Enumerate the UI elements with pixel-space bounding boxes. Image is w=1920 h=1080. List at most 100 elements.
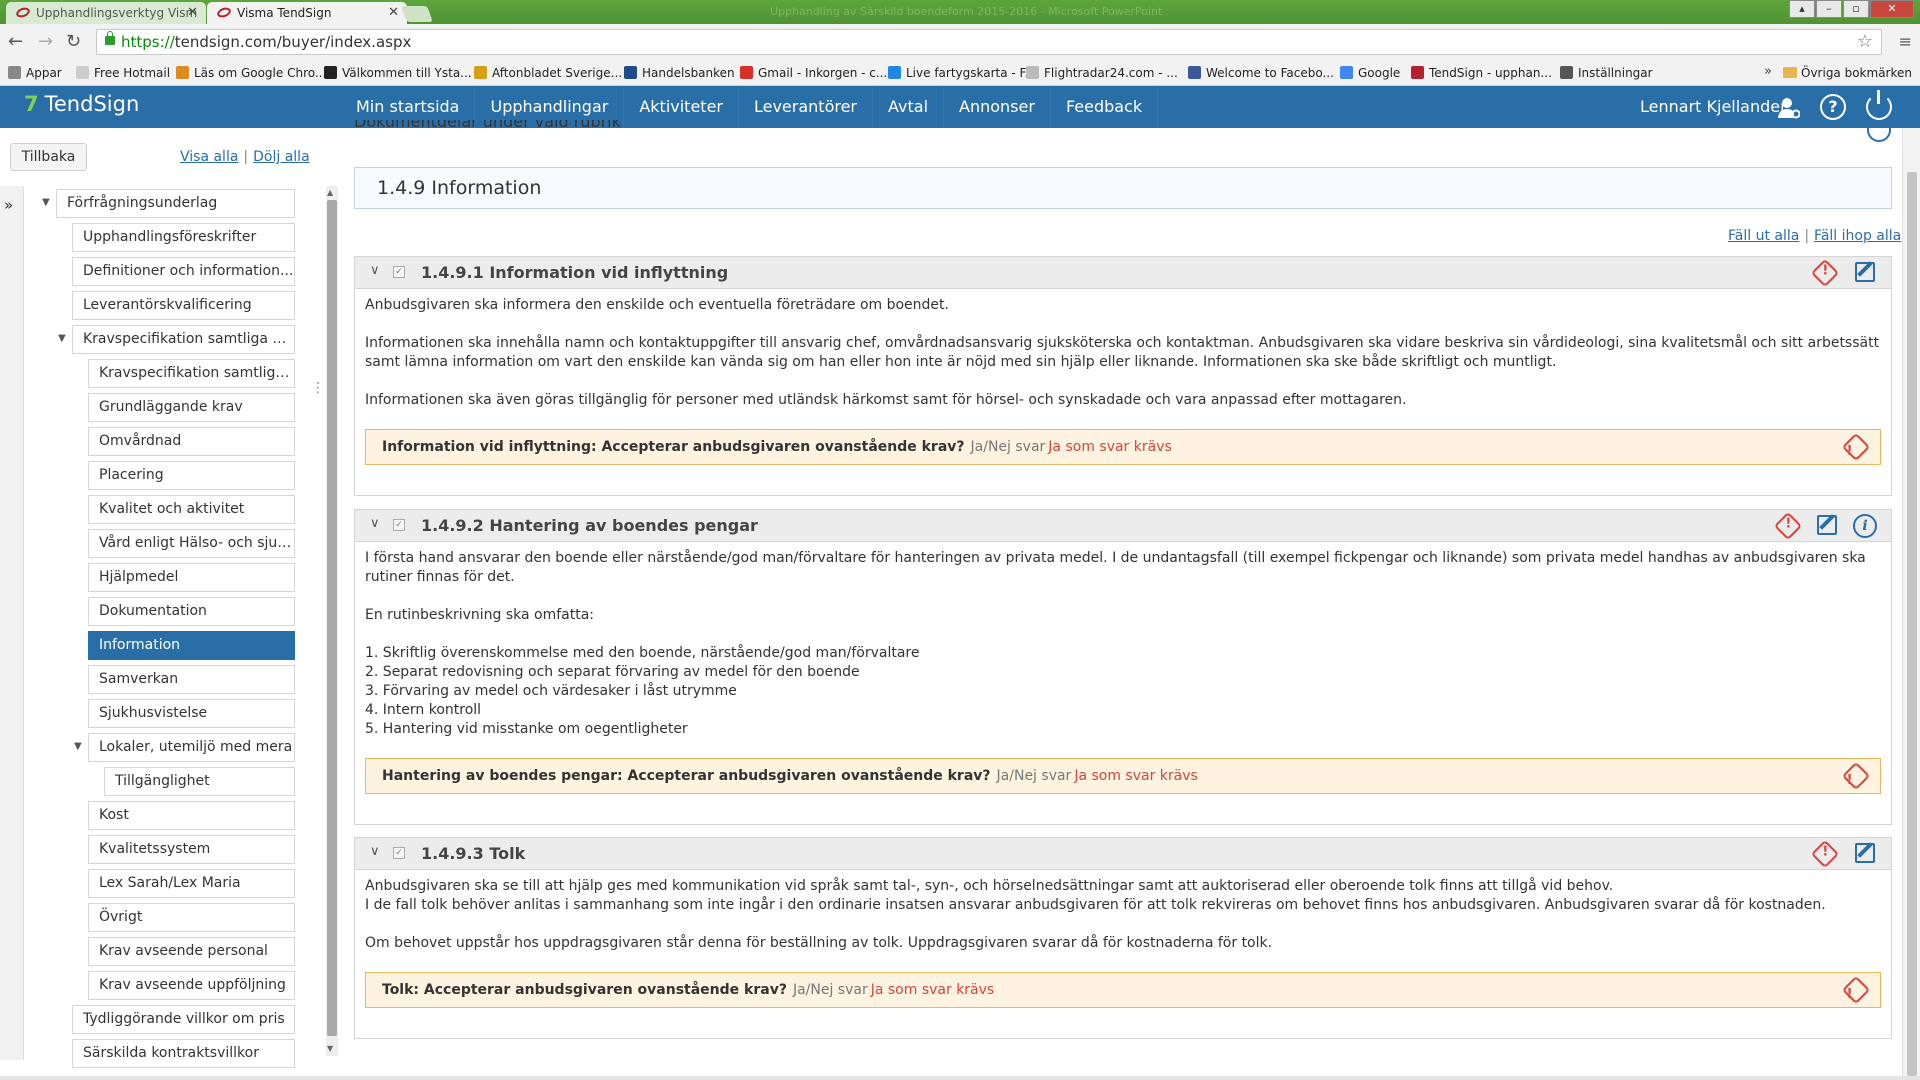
bookmark-item[interactable]: Flightradar24.com - ... (1026, 66, 1178, 80)
bookmark-item[interactable]: Välkommen till Ysta... (324, 66, 472, 80)
tree-item[interactable]: Kost (88, 801, 295, 830)
tree-expanded-triangle-icon[interactable]: ▼ (74, 741, 82, 752)
bookmark-item[interactable]: Google (1340, 66, 1400, 80)
browser-tab-tendsign[interactable]: Visma TendSign ✕ (207, 2, 407, 24)
bookmark-item[interactable]: Appar (8, 66, 62, 80)
expand-panel-icon[interactable]: » (4, 196, 13, 214)
warning-icon[interactable] (1810, 258, 1840, 288)
url-input[interactable]: https://tendsign.com/buyer/index.aspx ☆ (96, 29, 1882, 55)
show-all-link[interactable]: Visa alla (180, 149, 238, 165)
bookmark-item[interactable]: Läs om Google Chro... (176, 66, 326, 80)
requirement-checkbox[interactable]: ✓ (393, 266, 405, 278)
minimize-icon[interactable]: – (1816, 0, 1842, 18)
tree-item[interactable]: Krav avseende personal (88, 937, 295, 966)
bookmark-star-icon[interactable]: ☆ (1857, 31, 1873, 52)
bookmark-item[interactable]: Inställningar (1560, 66, 1653, 80)
bookmark-item[interactable]: Welcome to Facebo... (1188, 66, 1334, 80)
requirement-question[interactable]: Hantering av boendes pengar: Accepterar … (365, 758, 1881, 794)
tree-item[interactable]: Kvalitet och aktivitet (88, 495, 295, 524)
bookmark-item[interactable]: Live fartygskarta - F... (888, 66, 1036, 80)
requirement-header[interactable]: ∨ ✓ 1.4.9.3 Tolk (355, 838, 1891, 870)
tree-item[interactable]: Övrigt (88, 903, 295, 932)
bookmark-item[interactable]: Free Hotmail (76, 66, 170, 80)
nav-item-annonser[interactable]: Annonser (944, 86, 1051, 128)
tree-item[interactable]: Tillgänglighet (104, 767, 295, 796)
reload-icon[interactable]: ↻ (66, 31, 81, 52)
tree-item[interactable]: Kravspecifikation samtliga ... (88, 359, 295, 388)
other-bookmarks-folder[interactable]: Övriga bokmärken (1783, 66, 1912, 80)
chevron-down-icon[interactable]: ∨ (370, 516, 380, 531)
tree-item[interactable]: Samverkan (88, 665, 295, 694)
tree-item[interactable]: Förfrågningsunderlag (56, 189, 295, 218)
info-icon[interactable]: i (1853, 514, 1877, 538)
tree-item[interactable]: Sjukhusvistelse (88, 699, 295, 728)
user-switch-icon[interactable]: ▴ (1789, 0, 1815, 18)
hide-all-link[interactable]: Dölj alla (253, 149, 310, 165)
close-tab-icon[interactable]: ✕ (388, 5, 399, 20)
browser-tab-upphandlingsverktyg[interactable]: Upphandlingsverktyg Vism ✕ (6, 2, 206, 24)
logout-power-icon[interactable] (1866, 90, 1892, 120)
tree-item[interactable]: Dokumentation (88, 597, 295, 626)
nav-item-leverantörer[interactable]: Leverantörer (739, 86, 874, 128)
chevron-down-icon[interactable]: ∨ (370, 844, 380, 859)
new-tab-button[interactable] (401, 6, 433, 22)
user-name[interactable]: Lennart Kjellander (1640, 97, 1787, 116)
back-arrow-icon[interactable]: ← (8, 31, 23, 52)
edit-icon[interactable] (1855, 843, 1875, 863)
tree-item[interactable]: Krav avseende uppföljning (88, 971, 295, 1000)
warning-icon[interactable] (1810, 839, 1840, 869)
nav-item-feedback[interactable]: Feedback (1051, 86, 1159, 128)
help-icon[interactable]: ? (1820, 94, 1846, 120)
requirement-checkbox[interactable]: ✓ (393, 519, 405, 531)
edit-icon[interactable] (1855, 262, 1875, 282)
forward-arrow-icon[interactable]: → (38, 31, 53, 52)
tree-scroll-thumb[interactable] (327, 200, 337, 1036)
tree-item[interactable]: Upphandlingsföreskrifter (72, 223, 295, 252)
nav-item-aktiviteter[interactable]: Aktiviteter (624, 86, 739, 128)
tree-item[interactable]: Hjälpmedel (88, 563, 295, 592)
content-help-icon[interactable] (1867, 120, 1891, 142)
requirement-header[interactable]: ∨ ✓ 1.4.9.2 Hantering av boendes pengar i (355, 510, 1891, 542)
requirement-question[interactable]: Information vid inflyttning: Accepterar … (365, 429, 1881, 465)
bookmark-item[interactable]: TendSign - upphan... (1411, 66, 1552, 80)
maximize-icon[interactable]: ▫ (1843, 0, 1869, 18)
tree-expanded-triangle-icon[interactable]: ▼ (42, 197, 50, 208)
expand-all-link[interactable]: Fäll ut alla (1728, 228, 1799, 244)
requirement-checkbox[interactable]: ✓ (393, 847, 405, 859)
back-button[interactable]: Tillbaka (10, 143, 87, 171)
bookmark-item[interactable]: Gmail - Inkorgen - c... (740, 66, 887, 80)
tendsign-logo[interactable]: 7 TendSign (24, 92, 139, 116)
tree-item[interactable]: Definitioner och information... (72, 257, 295, 286)
chevron-down-icon[interactable]: ∨ (370, 263, 380, 278)
tree-item[interactable]: Omvårdnad (88, 427, 295, 456)
tree-item[interactable]: Placering (88, 461, 295, 490)
bookmark-item[interactable]: Handelsbanken (624, 66, 735, 80)
close-tab-icon[interactable]: ✕ (187, 5, 198, 20)
warning-icon[interactable] (1773, 511, 1803, 541)
tree-item[interactable]: Grundläggande krav (88, 393, 295, 422)
tree-expanded-triangle-icon[interactable]: ▼ (58, 333, 66, 344)
bookmarks-overflow-icon[interactable]: » (1764, 64, 1772, 79)
tree-item[interactable]: Lex Sarah/Lex Maria (88, 869, 295, 898)
user-settings-icon[interactable] (1778, 97, 1800, 119)
tree-item[interactable]: Särskilda kontraktsvillkor (72, 1039, 295, 1068)
main-scroll-thumb[interactable] (1907, 172, 1917, 1076)
tree-item[interactable]: Lokaler, utemiljö med mera (88, 733, 295, 762)
tree-item[interactable]: Leverantörskvalificering (72, 291, 295, 320)
requirement-question[interactable]: Tolk: Accepterar anbudsgivaren ovanståen… (365, 972, 1881, 1008)
tree-item[interactable]: Information (88, 631, 295, 660)
tree-item[interactable]: Vård enligt Hälso- och sjuk... (88, 529, 295, 558)
scroll-up-icon[interactable]: ▲ (327, 188, 333, 197)
tree-item[interactable]: Kravspecifikation samtliga de... (72, 325, 295, 354)
close-window-icon[interactable]: ✕ (1870, 0, 1914, 18)
tree-item[interactable]: Kvalitetssystem (88, 835, 295, 864)
nav-item-avtal[interactable]: Avtal (873, 86, 945, 128)
main-scrollbar[interactable] (1902, 128, 1920, 1078)
bookmark-item[interactable]: Aftonbladet Sverige... (474, 66, 622, 80)
collapse-all-link[interactable]: Fäll ihop alla (1814, 228, 1901, 244)
tree-scrollbar[interactable]: ▲ ▼ (326, 186, 338, 1056)
requirement-header[interactable]: ∨ ✓ 1.4.9.1 Information vid inflyttning (355, 257, 1891, 289)
panel-splitter-handle[interactable]: ⋮ (311, 380, 325, 396)
edit-icon[interactable] (1817, 515, 1837, 535)
chrome-menu-icon[interactable]: ≡ (1899, 32, 1912, 51)
